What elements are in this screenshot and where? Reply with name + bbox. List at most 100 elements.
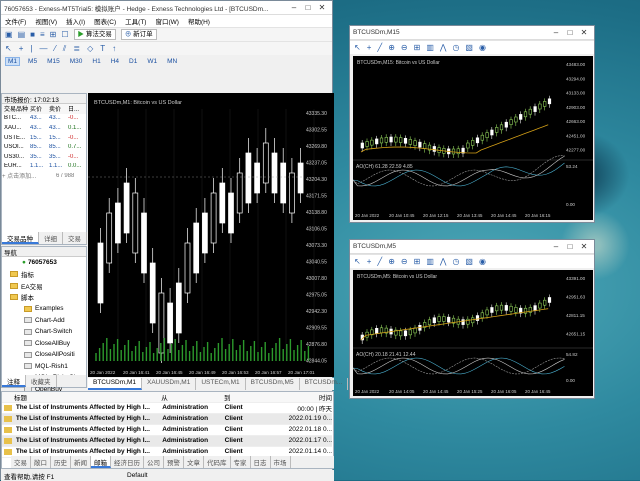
menu-item[interactable]: 帮助(H) xyxy=(188,16,210,26)
minimize-icon[interactable]: – xyxy=(549,28,563,37)
navigator-item[interactable]: Chart-Switch xyxy=(2,326,86,338)
market-watch-row[interactable]: EUR... 1.1... 1.1... 0.0... xyxy=(2,162,86,172)
arrows-icon[interactable]: ↑ xyxy=(112,44,116,53)
indicators-icon[interactable]: ⋀ xyxy=(440,257,447,266)
minimize-icon[interactable]: – xyxy=(549,242,563,251)
toolbox-tab[interactable]: 专家 xyxy=(231,456,251,468)
crosshair-icon[interactable]: + xyxy=(367,257,372,266)
algo-trading-button[interactable]: ▶ 算法交易 xyxy=(73,29,116,40)
toolbox-tab[interactable]: 邮箱 xyxy=(91,456,111,468)
navigator-item[interactable]: Examples xyxy=(2,303,86,315)
menu-item[interactable]: 窗口(W) xyxy=(155,16,178,26)
navigator-item[interactable]: CloseAllPositi xyxy=(2,349,86,361)
save-icon[interactable]: ■ xyxy=(30,30,35,39)
crosshair-icon[interactable]: + xyxy=(367,43,372,52)
timeframe-d1[interactable]: D1 xyxy=(127,58,139,65)
toolbox-tab[interactable]: 敞口 xyxy=(31,456,51,468)
column-header[interactable]: 标题 xyxy=(14,392,161,402)
minimize-icon[interactable]: – xyxy=(287,3,301,12)
templates-icon[interactable]: ▧ xyxy=(465,257,473,266)
navigator-item[interactable]: CloseAllBuy xyxy=(2,338,86,350)
close-icon[interactable]: ✕ xyxy=(577,242,591,251)
timeframe-m30[interactable]: M30 xyxy=(68,58,85,65)
navigator-item[interactable]: Chart-Add xyxy=(2,315,86,327)
column-header[interactable]: 买价 xyxy=(28,104,47,113)
trendline-icon[interactable]: ⁄ xyxy=(54,44,55,53)
navigator-tab[interactable]: 注释 xyxy=(2,375,26,387)
timeframe-m15[interactable]: M15 xyxy=(45,58,62,65)
maximize-icon[interactable]: □ xyxy=(563,242,577,251)
cursor-icon[interactable]: ↖ xyxy=(354,257,361,266)
market-watch-tab[interactable]: 交易品种 xyxy=(2,232,39,244)
market-watch-row[interactable]: USOI... 85... 85... 0.7... xyxy=(2,142,86,152)
toolbox-tab[interactable]: 市场 xyxy=(271,456,291,468)
chart-tab[interactable]: USTECm,M1 xyxy=(196,378,246,390)
main-chart[interactable]: BTCUSDm,M1: Bitcoin vs US Dollar 43335.3… xyxy=(88,93,334,377)
screenshot-icon[interactable]: ◉ xyxy=(479,257,486,266)
market-watch-tab[interactable]: 详细 xyxy=(39,232,63,244)
timeframe-h4[interactable]: H4 xyxy=(109,58,121,65)
toolbox-tab[interactable]: 预警 xyxy=(164,456,184,468)
market-watch-icon[interactable]: ≡ xyxy=(40,30,45,39)
m5-chart[interactable]: BTCUSDm,M5: Bitcoin vs US Dollar AO(CH) … xyxy=(352,270,593,396)
navigator-item[interactable]: MQL-Rish1 xyxy=(2,361,86,373)
shapes-icon[interactable]: ◇ xyxy=(87,44,93,53)
bars-icon[interactable]: ▥ xyxy=(426,43,434,52)
text-icon[interactable]: T xyxy=(100,44,105,53)
zoom-out-icon[interactable]: ⊖ xyxy=(401,43,408,52)
maximize-icon[interactable]: □ xyxy=(563,28,577,37)
toolbox-tab[interactable]: 经济日历 xyxy=(111,456,144,468)
menu-item[interactable]: 插入(I) xyxy=(66,16,85,26)
channel-icon[interactable]: ⫽ xyxy=(63,44,67,54)
crosshair-icon[interactable]: + xyxy=(19,44,24,53)
market-watch-row[interactable]: BTC... 43... 43... -0... xyxy=(2,114,86,124)
toolbox-tab[interactable]: 代码库 xyxy=(204,456,231,468)
column-header[interactable]: 日... xyxy=(66,104,85,113)
chart-tab[interactable]: BTCUSDm,M1 xyxy=(88,378,142,390)
toolbox-tab[interactable]: 新闻 xyxy=(71,456,91,468)
market-watch-tab[interactable]: 交易 xyxy=(63,232,87,244)
close-icon[interactable]: ✕ xyxy=(315,3,329,12)
maximize-icon[interactable]: □ xyxy=(301,3,315,12)
screenshot-icon[interactable]: ◉ xyxy=(479,43,486,52)
navigator-item[interactable]: ● 76057653 xyxy=(2,257,86,269)
market-watch-row[interactable]: USTE... 15... 15... -0... xyxy=(2,133,86,143)
navigator-item[interactable]: EA交易 xyxy=(2,280,86,292)
navigator-item[interactable]: 指标 xyxy=(2,269,86,281)
fibonacci-icon[interactable]: ≣ xyxy=(73,44,80,53)
column-header[interactable]: 到 xyxy=(224,392,283,402)
zoom-in-icon[interactable]: ⊕ xyxy=(388,257,395,266)
chart-tab[interactable]: XAUUSDm,M1 xyxy=(142,378,197,390)
timeframe-w1[interactable]: W1 xyxy=(145,58,159,65)
mail-row[interactable]: The List of Instruments Affected by High… xyxy=(2,425,332,436)
new-order-button[interactable]: ⊕ 新订单 xyxy=(120,29,157,40)
m15-chart[interactable]: BTCUSDm,M15: Bitcoin vs US Dollar AO(CH)… xyxy=(352,56,593,220)
navigator-icon[interactable]: ⊞ xyxy=(50,30,57,39)
vertical-line-icon[interactable]: | xyxy=(30,44,32,53)
line-icon[interactable]: ╱ xyxy=(377,43,382,52)
mail-row[interactable]: The List of Instruments Affected by High… xyxy=(2,436,332,447)
zoom-in-icon[interactable]: ⊕ xyxy=(388,43,395,52)
add-symbol-link[interactable]: + 点击添加... xyxy=(2,171,56,180)
menu-item[interactable]: 图表(C) xyxy=(94,16,116,26)
timeframe-h1[interactable]: H1 xyxy=(90,58,102,65)
horizontal-line-icon[interactable]: — xyxy=(39,44,47,53)
menu-item[interactable]: 视图(V) xyxy=(35,16,57,26)
toolbox-tab[interactable]: 文章 xyxy=(184,456,204,468)
clock-icon[interactable]: ◷ xyxy=(452,43,459,52)
clock-icon[interactable]: ◷ xyxy=(452,257,459,266)
timeframe-mn[interactable]: MN xyxy=(165,58,179,65)
grid-icon[interactable]: ⊞ xyxy=(414,257,421,266)
timeframe-m5[interactable]: M5 xyxy=(26,58,39,65)
cursor-icon[interactable]: ↖ xyxy=(5,44,12,53)
column-header[interactable]: 交易品种 xyxy=(2,104,28,113)
indicators-icon[interactable]: ⋀ xyxy=(440,43,447,52)
zoom-out-icon[interactable]: ⊖ xyxy=(401,257,408,266)
toolbox-tab[interactable]: 交易 xyxy=(11,456,31,468)
close-icon[interactable]: ✕ xyxy=(577,28,591,37)
market-watch-row[interactable]: US30... 35... 35... -0... xyxy=(2,152,86,162)
toolbox-tab[interactable]: 日志 xyxy=(251,456,271,468)
market-watch-row[interactable]: XAU... 43... 43... 0.1... xyxy=(2,123,86,133)
mail-row[interactable]: The List of Instruments Affected by High… xyxy=(2,414,332,425)
timeframe-m1[interactable]: M1 xyxy=(5,56,21,66)
